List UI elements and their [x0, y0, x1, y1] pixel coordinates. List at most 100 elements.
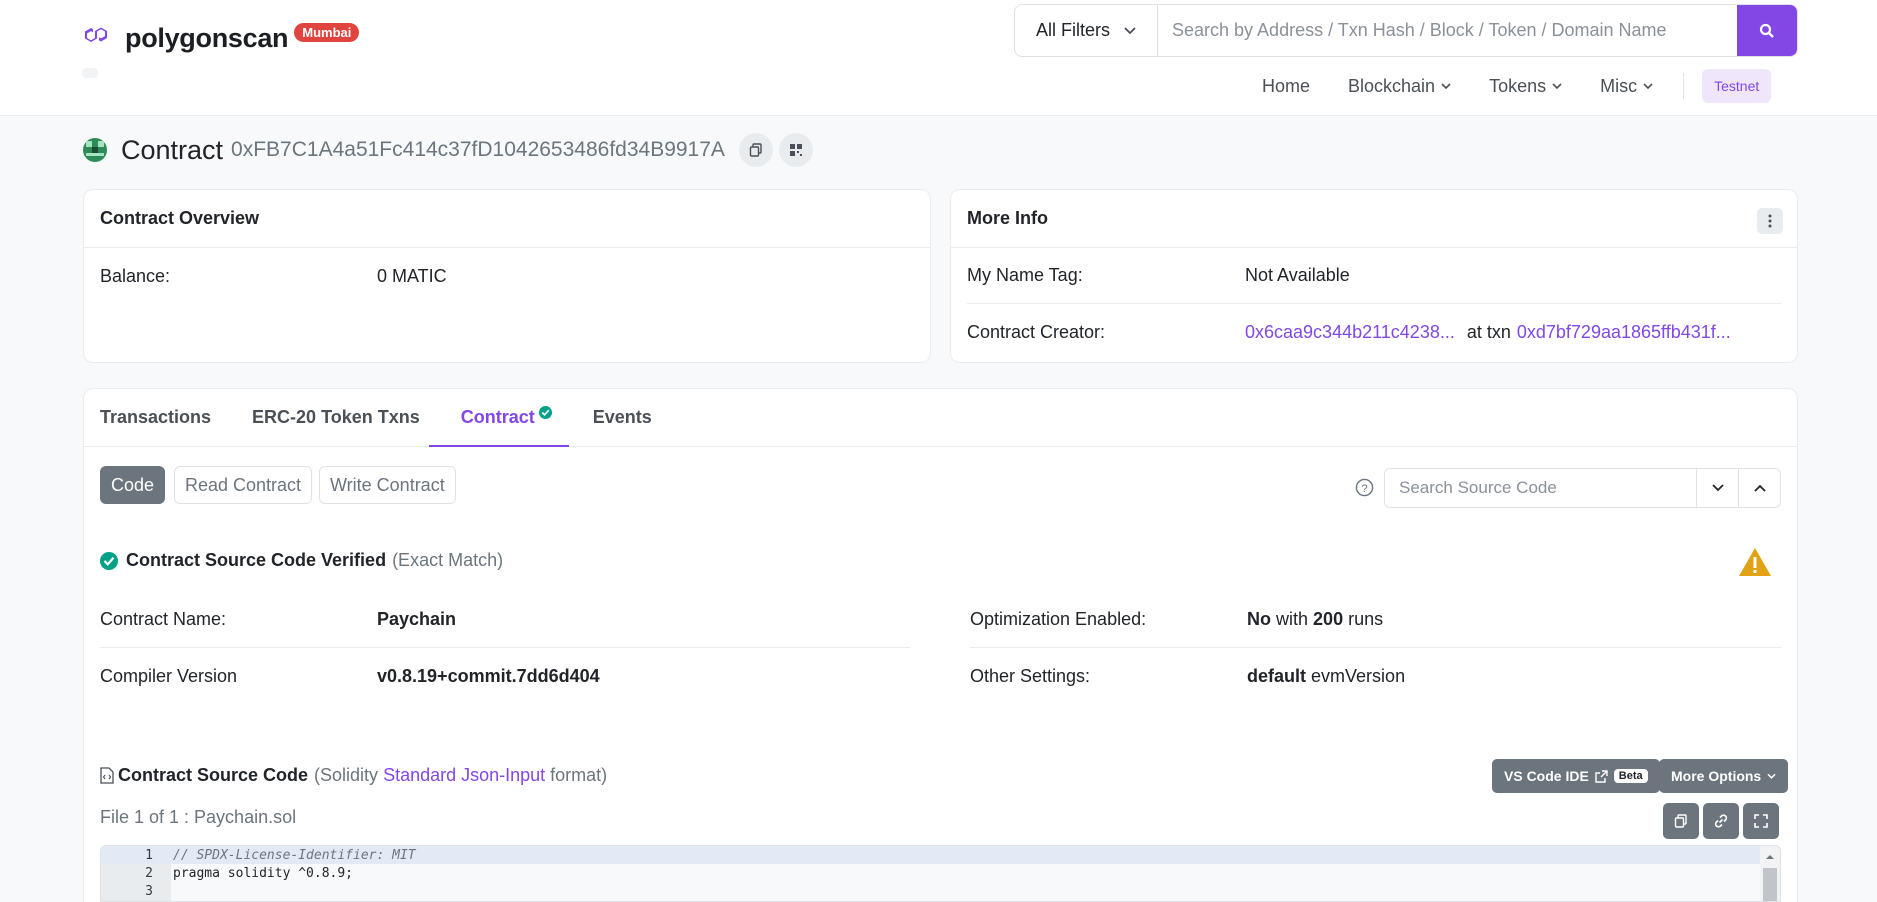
overview-title: Contract Overview — [84, 190, 930, 248]
verified-title: Contract Source Code Verified — [126, 550, 387, 570]
nav-blockchain[interactable]: Blockchain — [1348, 76, 1451, 97]
editor-scrollbar[interactable] — [1760, 846, 1780, 901]
chevron-down-icon — [1552, 83, 1562, 89]
vscode-ide-button[interactable]: VS Code IDE Beta — [1492, 759, 1660, 793]
copy-icon — [749, 143, 762, 157]
balance-label: Balance: — [100, 265, 171, 286]
settings-suffix: evmVersion — [1311, 666, 1406, 686]
chevron-down-icon — [1441, 83, 1451, 89]
other-settings-value: default evmVersion — [1247, 666, 1405, 687]
source-code-title: Contract Source Code — [118, 765, 309, 785]
file-code-icon — [100, 767, 114, 784]
tab-events[interactable]: Events — [593, 389, 669, 446]
settings-default: default — [1247, 666, 1307, 686]
code-text: // SPDX-License-Identifier: MIT — [173, 847, 416, 863]
main-nav: Home Blockchain Tokens Misc Testnet — [1262, 69, 1772, 103]
creator-address-link[interactable]: 0x6caa9c344b211c4238... — [1245, 322, 1455, 343]
source-search-next-button[interactable] — [1696, 469, 1738, 507]
source-link-button[interactable] — [1703, 803, 1739, 839]
contract-overview-card: Contract Overview Balance: 0 MATIC — [83, 189, 931, 363]
nav-tokens-label: Tokens — [1489, 75, 1547, 96]
search-button[interactable] — [1737, 5, 1797, 56]
nav-blockchain-label: Blockchain — [1348, 75, 1436, 96]
balance-row: Balance: 0 MATIC — [84, 248, 930, 304]
creator-txn-link[interactable]: 0xd7bf729aa1865ffb431f... — [1517, 322, 1731, 343]
fullscreen-button[interactable] — [1743, 803, 1779, 839]
tab-events-label: Events — [592, 407, 652, 427]
more-options-label: More Options — [1671, 768, 1762, 784]
link-icon — [1714, 814, 1728, 828]
verified-check-icon — [538, 406, 552, 419]
verification-status: Contract Source Code Verified (Exact Mat… — [100, 550, 503, 571]
optimization-runs-word: runs — [1348, 609, 1384, 629]
standard-json-link[interactable]: Standard Json-Input — [383, 765, 545, 786]
tab-erc20-label: ERC-20 Token Txns — [252, 407, 420, 427]
external-link-icon — [1595, 769, 1608, 783]
read-contract-button[interactable]: Read Contract — [174, 466, 313, 504]
tab-contract[interactable]: Contract — [428, 389, 569, 447]
creator-label: Contract Creator: — [967, 321, 1106, 342]
qr-code-button[interactable] — [778, 133, 813, 167]
write-contract-button[interactable]: Write Contract — [319, 466, 456, 504]
code-line: 3 — [101, 882, 1761, 900]
compiler-value: v0.8.19+commit.7dd6d404 — [377, 666, 600, 686]
line-number: 1 — [145, 847, 153, 863]
code-text: pragma solidity ^0.8.9; — [173, 865, 354, 881]
scroll-up-icon[interactable] — [1760, 850, 1780, 864]
source-search-prev-button[interactable] — [1738, 469, 1780, 507]
line-number: 3 — [145, 883, 153, 899]
nav-home[interactable]: Home — [1262, 76, 1310, 97]
search-bar: All Filters — [1014, 4, 1798, 57]
more-vertical-icon — [1768, 214, 1772, 228]
site-logo[interactable]: polygonscan Mumbai — [83, 22, 360, 54]
svg-text:?: ? — [1361, 483, 1367, 495]
copy-source-button[interactable] — [1663, 803, 1699, 839]
code-line: 1 // SPDX-License-Identifier: MIT — [101, 846, 1761, 864]
vscode-label: VS Code IDE — [1504, 768, 1589, 784]
contract-address: 0xFB7C1A4a51Fc414c37fD1042653486fd34B991… — [231, 138, 725, 161]
chevron-down-icon — [1711, 484, 1724, 492]
page-title-row: Contract 0xFB7C1A4a51Fc414c37fD104265348… — [83, 132, 819, 168]
search-input[interactable] — [1158, 5, 1737, 56]
page-title: Contract — [121, 134, 224, 165]
optimization-label: Optimization Enabled: — [970, 609, 1147, 629]
optimization-flag: No — [1247, 609, 1271, 629]
beta-badge: Beta — [1613, 769, 1648, 783]
optimization-with: with — [1276, 609, 1309, 629]
source-code-editor[interactable]: 1 // SPDX-License-Identifier: MIT 2 prag… — [100, 845, 1781, 902]
tab-transactions-label: Transactions — [100, 407, 212, 427]
file-label: File 1 of 1 : Paychain.sol — [100, 807, 297, 827]
tab-bar: Transactions ERC-20 Token Txns Contract … — [84, 389, 1797, 447]
nav-tokens[interactable]: Tokens — [1489, 76, 1562, 97]
source-search-input[interactable] — [1385, 469, 1696, 507]
brand-name: polygonscan — [125, 22, 289, 53]
more-options-button[interactable]: More Options — [1659, 759, 1789, 793]
tab-erc20[interactable]: ERC-20 Token Txns — [252, 389, 437, 446]
details-divider — [100, 647, 910, 648]
creator-row: Contract Creator: 0x6caa9c344b211c4238..… — [951, 304, 1797, 360]
qr-code-icon — [789, 144, 802, 156]
code-button[interactable]: Code — [100, 466, 166, 504]
chevron-down-icon — [1124, 26, 1136, 34]
filter-dropdown[interactable]: All Filters — [1015, 5, 1158, 56]
copy-address-button[interactable] — [738, 133, 773, 167]
source-format-prefix: (Solidity — [314, 765, 379, 785]
more-info-menu-button[interactable] — [1757, 208, 1783, 234]
tab-transactions[interactable]: Transactions — [100, 389, 228, 446]
compiler-label: Compiler Version — [100, 666, 238, 686]
testnet-button[interactable]: Testnet — [1702, 69, 1772, 103]
source-code-header: Contract Source Code (Solidity Standard … — [100, 765, 607, 786]
nav-home-label: Home — [1262, 75, 1311, 96]
nav-misc-label: Misc — [1600, 75, 1638, 96]
source-format-suffix: format) — [550, 765, 608, 785]
name-tag-row: My Name Tag: Not Available — [967, 248, 1781, 304]
help-icon[interactable]: ? — [1355, 478, 1374, 497]
nav-divider — [1683, 73, 1685, 99]
contract-name-label: Contract Name: — [100, 609, 227, 629]
scroll-thumb[interactable] — [1763, 868, 1777, 901]
site-header: polygonscan Mumbai All Filters Home Bloc… — [0, 0, 1877, 116]
warning-icon[interactable] — [1737, 546, 1773, 578]
chevron-up-icon — [1753, 484, 1766, 492]
nav-misc[interactable]: Misc — [1600, 76, 1653, 97]
source-search — [1384, 468, 1781, 508]
